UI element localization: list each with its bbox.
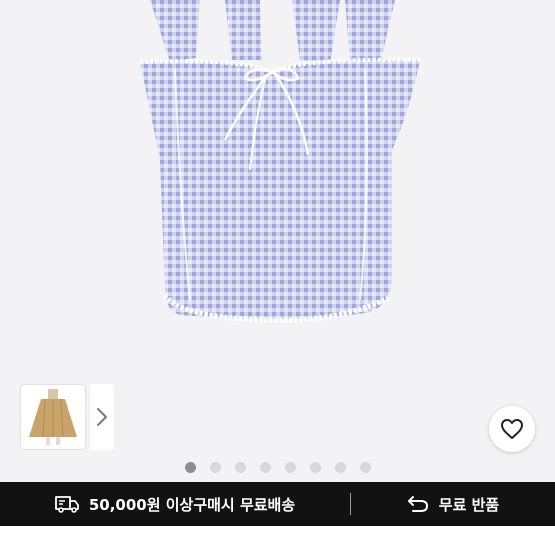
free-shipping-text: 50,000원 이상구매시 무료배송 [88, 495, 296, 514]
bottom-spacer [0, 526, 555, 555]
pagination-dot-2[interactable] [209, 462, 221, 473]
wishlist-button[interactable] [489, 406, 535, 452]
pagination-dot-7[interactable] [334, 462, 346, 473]
thumbnail-next-button[interactable] [90, 384, 114, 450]
gallery-pagination [0, 462, 555, 473]
pagination-dot-3[interactable] [234, 462, 246, 473]
thumbnail-strip [20, 384, 114, 450]
heart-icon [501, 419, 523, 439]
return-arrow-icon [407, 496, 428, 512]
product-gallery[interactable] [0, 0, 555, 482]
pagination-dot-1[interactable] [184, 462, 196, 473]
free-returns-text: 무료 반품 [438, 495, 500, 514]
skirt-thumbnail-graphic [21, 385, 85, 449]
pagination-dot-4[interactable] [259, 462, 271, 473]
free-returns-banner[interactable]: 무료 반품 [351, 494, 555, 515]
pagination-dot-5[interactable] [284, 462, 296, 473]
free-shipping-banner[interactable]: 50,000원 이상구매시 무료배송 [0, 494, 350, 515]
truck-icon [54, 496, 79, 513]
thumbnail-image[interactable] [20, 384, 86, 450]
product-image[interactable] [0, 0, 555, 400]
pagination-dot-6[interactable] [309, 462, 321, 473]
promo-bar: 50,000원 이상구매시 무료배송 무료 반품 [0, 482, 555, 526]
pagination-dot-8[interactable] [359, 462, 371, 473]
chevron-right-icon [97, 408, 107, 426]
